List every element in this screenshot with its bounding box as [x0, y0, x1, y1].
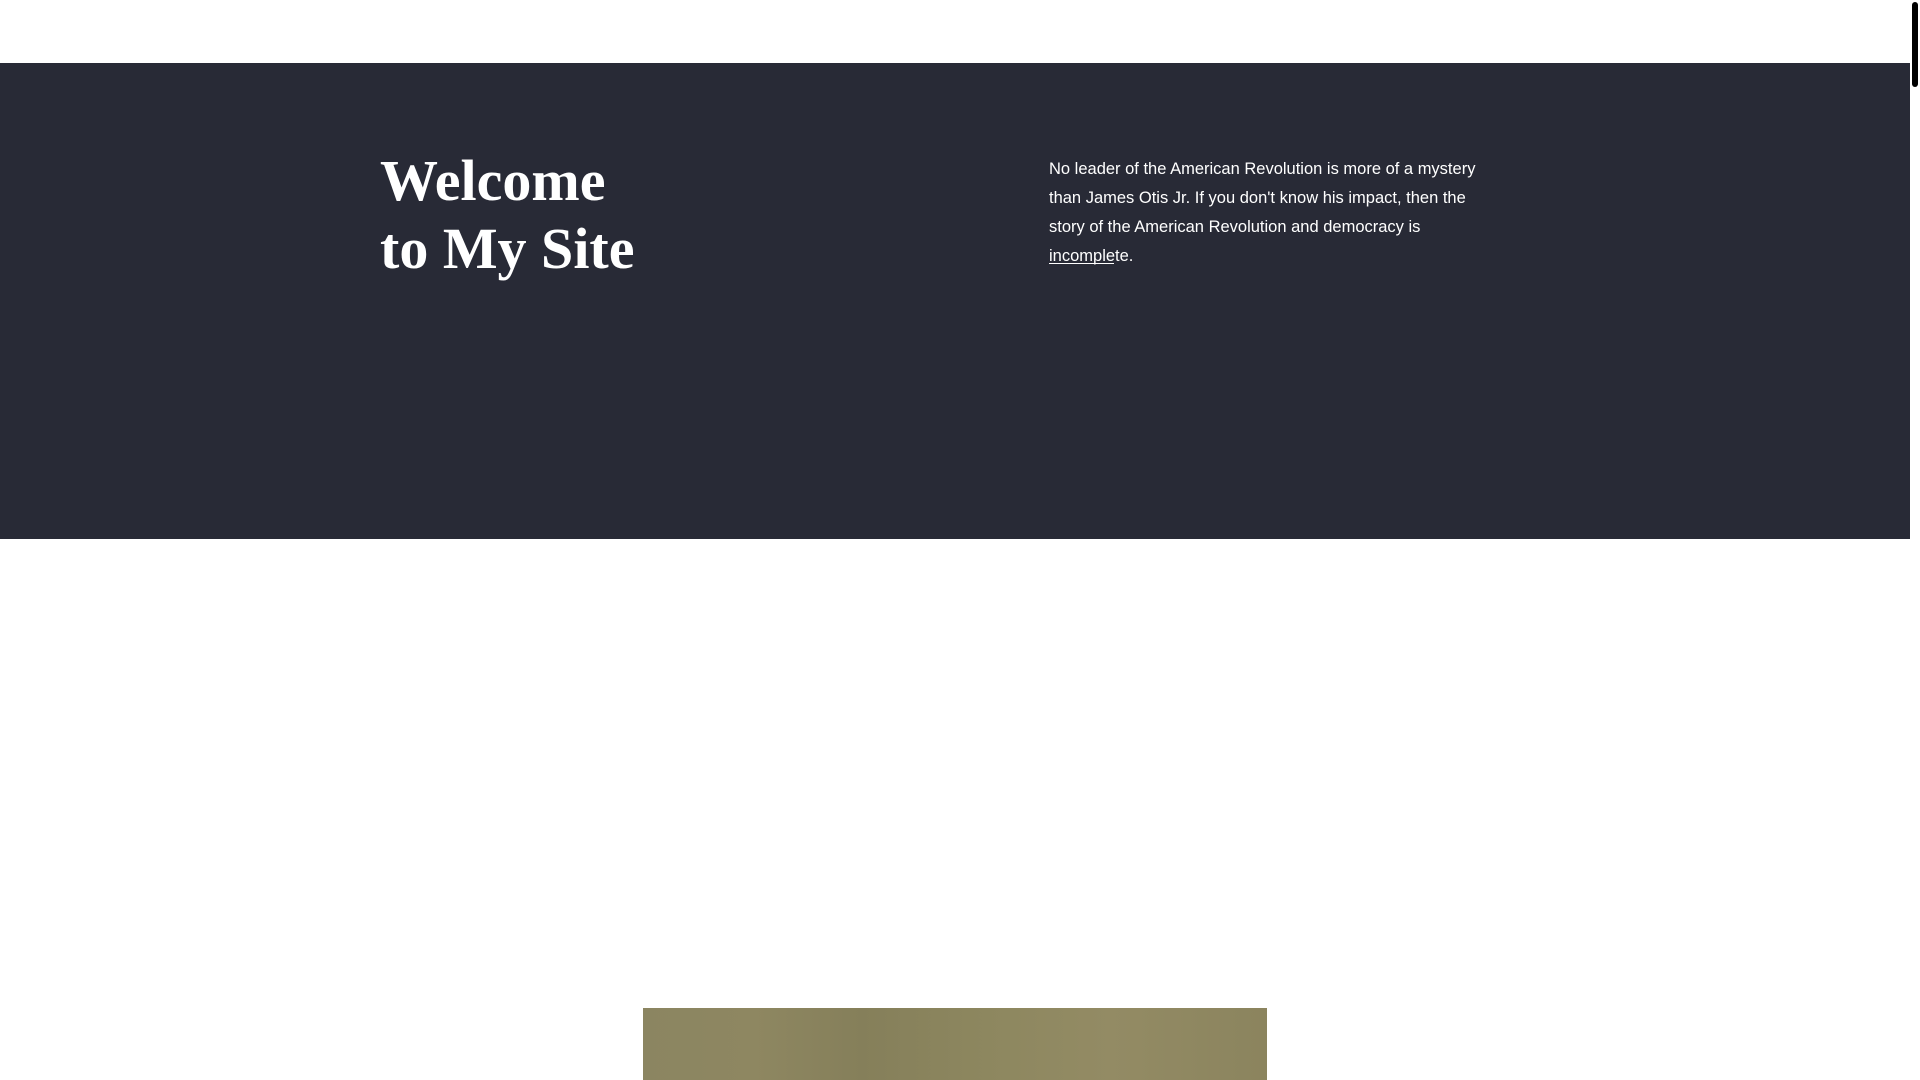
site-header [0, 0, 1910, 63]
content-section [0, 539, 1910, 1080]
scrollbar-thumb[interactable] [1912, 2, 1918, 87]
hero-divider [1049, 263, 1114, 264]
hero-paragraph: No leader of the American Revolution is … [1049, 160, 1476, 265]
hero-section: Welcome to My Site No leader of the Amer… [0, 63, 1910, 539]
page-scrollbar[interactable] [1910, 0, 1920, 1080]
hero-title-line-2: to My Site [380, 216, 635, 281]
feature-image [643, 1008, 1267, 1080]
hero-title: Welcome to My Site [380, 147, 635, 283]
hero-title-line-1: Welcome [380, 148, 606, 213]
